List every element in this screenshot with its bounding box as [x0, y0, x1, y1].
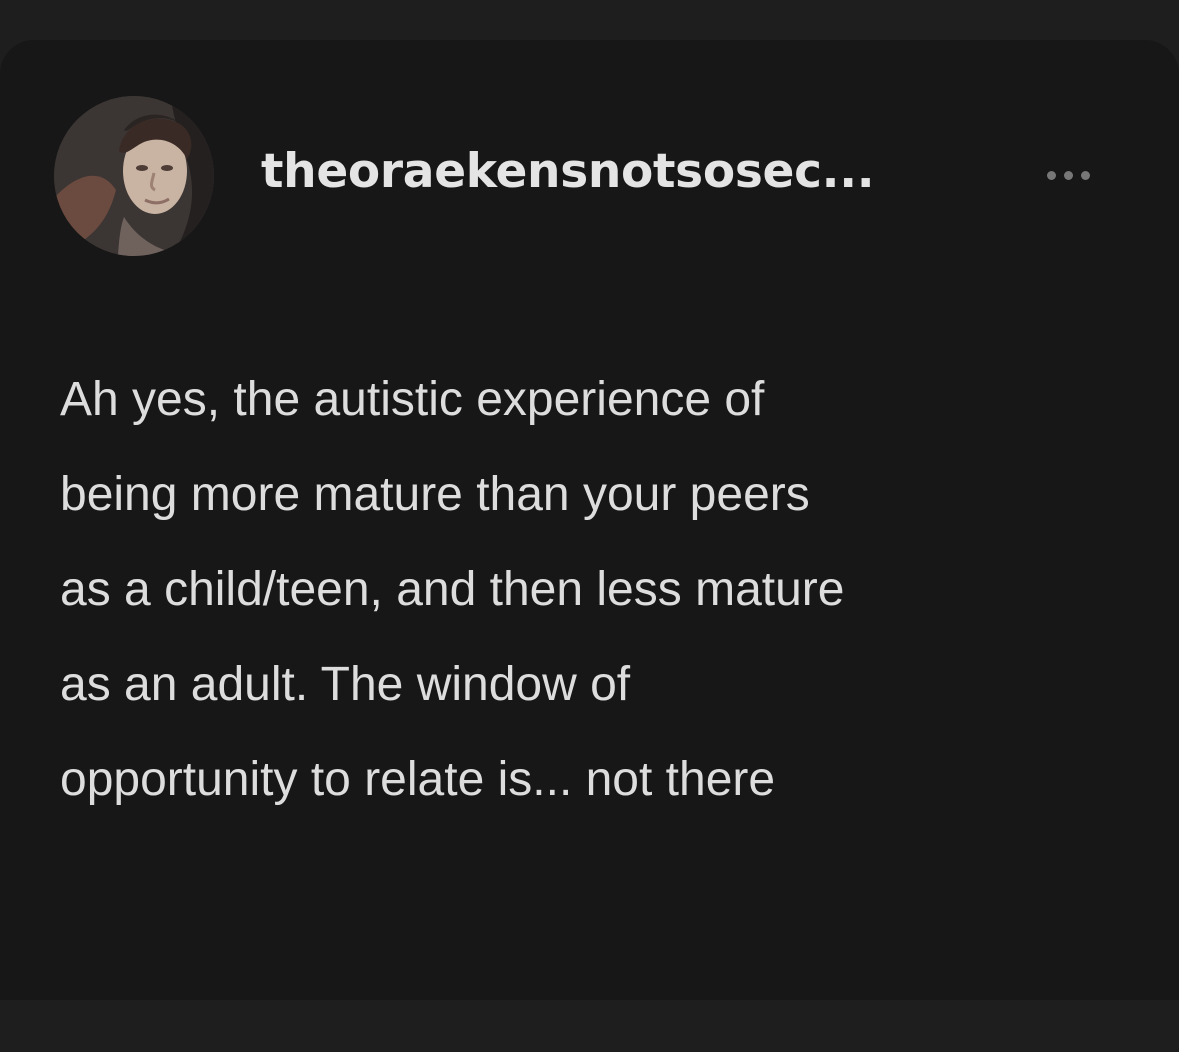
post-card: theoraekensnotsosec... Ah yes, the autis…	[0, 40, 1179, 1000]
avatar-image	[54, 96, 214, 256]
post-text-line-3: as a child/teen, and then less mature	[60, 563, 845, 616]
more-horizontal-icon-dot-1	[1046, 170, 1056, 180]
post-text-line-2: being more mature than your peers	[60, 468, 810, 521]
post-text-line-5: opportunity to relate is... not there	[60, 753, 776, 806]
more-options-button[interactable]	[1031, 153, 1105, 197]
more-horizontal-icon-dot-2	[1063, 170, 1073, 180]
bottom-bar	[0, 1000, 1179, 1052]
post-body: Ah yes, the autistic experience of being…	[60, 352, 1140, 827]
avatar[interactable]	[54, 96, 214, 256]
username[interactable]: theoraekensnotsosec...	[261, 143, 875, 201]
post-text-line-1: Ah yes, the autistic experience of	[60, 373, 765, 426]
post-header: theoraekensnotsosec...	[54, 96, 1105, 256]
post-text-line-4: as an adult. The window of	[60, 658, 631, 711]
more-horizontal-icon-dot-3	[1080, 170, 1090, 180]
